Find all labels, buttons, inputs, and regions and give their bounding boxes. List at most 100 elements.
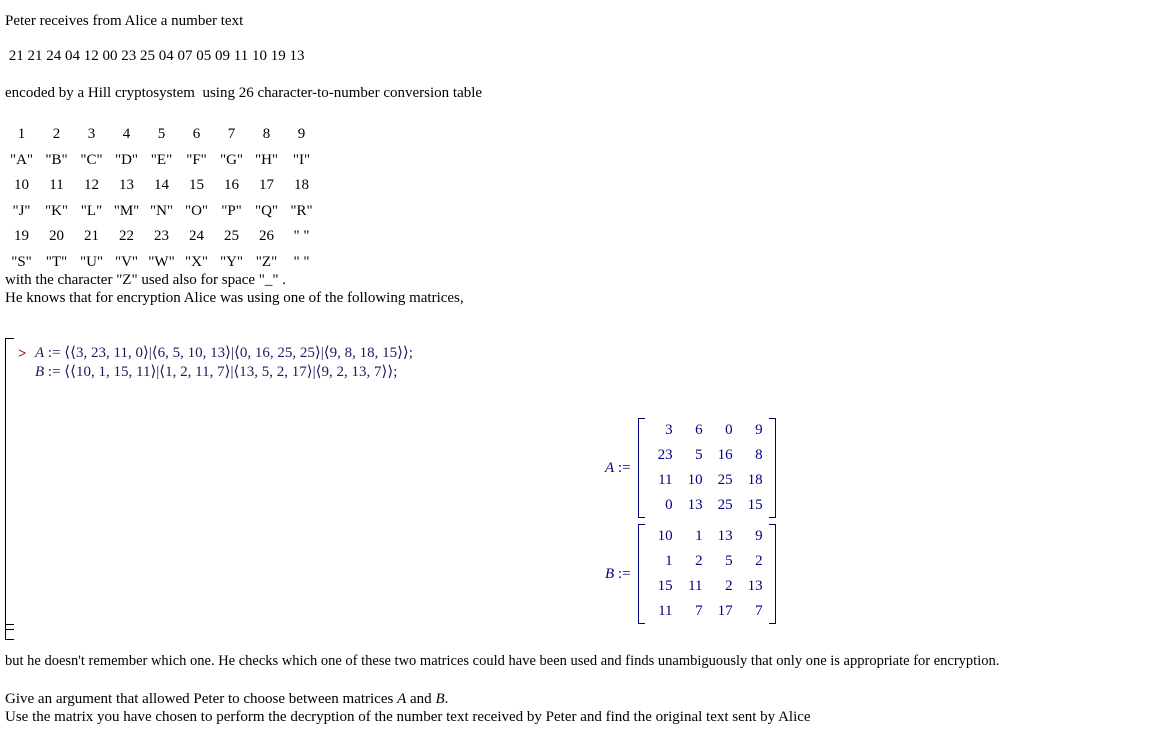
matrix-cell: 9 (755, 422, 763, 438)
table-cell: "Q" (254, 202, 279, 219)
matrix-cell: 1 (695, 528, 703, 544)
variable-a-label: A (35, 345, 45, 361)
closing-paragraph: but he doesn't remember which one. He ch… (5, 653, 1000, 669)
table-cell: 20 (49, 228, 64, 245)
matrix-row: 0 13 25 15 (647, 493, 767, 518)
table-cell: 5 (157, 126, 166, 143)
table-row: 19 20 21 22 23 24 25 26 " " (4, 224, 319, 250)
matrix-cell: 2 (725, 578, 733, 594)
maple-input-line-b[interactable]: B := ⟨⟨10, 1, 15, 11⟩|⟨1, 2, 11, 7⟩|⟨13,… (35, 363, 397, 382)
table-cell: 6 (192, 126, 201, 143)
task-1-matrix-b: B (435, 691, 445, 707)
table-cell: "N" (149, 202, 174, 219)
matrix-cell: 7 (755, 603, 763, 619)
matrix-cell: 15 (657, 578, 673, 594)
table-cell: "G" (219, 151, 244, 168)
table-cell: 7 (227, 126, 236, 143)
matrix-a-label: A := (605, 460, 631, 477)
matrix-cell: 25 (717, 472, 733, 488)
matrix-b-brackets: 10 1 13 9 1 2 5 2 15 11 2 13 11 7 17 7 (637, 524, 776, 624)
table-cell: 10 (14, 177, 29, 194)
table-cell: "E" (150, 151, 173, 168)
table-cell: 14 (154, 177, 169, 194)
task-1-matrix-a: A (397, 691, 407, 707)
matrix-cell: 17 (717, 603, 733, 619)
empty-execution-group-bracket[interactable] (5, 624, 14, 640)
matrix-cell: 18 (747, 472, 763, 488)
matrix-cell: 11 (688, 578, 703, 594)
matrix-cell: 13 (717, 528, 733, 544)
matrix-cell: 11 (658, 472, 673, 488)
matrix-b-label-assign: := (614, 565, 631, 582)
input-b-expression: := ⟨⟨10, 1, 15, 11⟩|⟨1, 2, 11, 7⟩|⟨13, 5… (44, 364, 398, 380)
table-cell: 9 (297, 126, 306, 143)
maple-prompt-icon: > (18, 346, 27, 362)
matrix-cell: 9 (755, 528, 763, 544)
matrix-cell: 10 (657, 528, 673, 544)
table-cell: 8 (262, 126, 271, 143)
matrix-cell: 2 (695, 553, 703, 569)
matrix-a-label-assign: := (614, 459, 631, 476)
matrix-cell: 1 (665, 553, 673, 569)
table-cell: "C" (80, 151, 103, 168)
matrix-b-grid: 10 1 13 9 1 2 5 2 15 11 2 13 11 7 17 7 (647, 524, 767, 624)
table-cell: 21 (84, 228, 99, 245)
variable-b-label: B (35, 364, 45, 380)
table-cell: 18 (294, 177, 309, 194)
matrix-b-label: B := (605, 566, 631, 583)
table-cell: " " (293, 253, 310, 270)
matrix-cell: 0 (725, 422, 733, 438)
matrix-cell: 5 (695, 447, 703, 463)
table-cell: 15 (189, 177, 204, 194)
matrix-cell: 13 (747, 578, 763, 594)
table-cell: "O" (184, 202, 209, 219)
table-row: 10 11 12 13 14 15 16 17 18 (4, 173, 319, 199)
table-cell: 2 (52, 126, 61, 143)
matrix-cell: 13 (687, 497, 703, 513)
matrix-row: 23 5 16 8 (647, 443, 767, 468)
maple-input-line-a[interactable]: A := ⟨⟨3, 23, 11, 0⟩|⟨6, 5, 10, 13⟩|⟨0, … (35, 344, 413, 363)
matrix-b-label-var: B (605, 565, 615, 582)
character-to-number-conversion-table: 1 2 3 4 5 6 7 8 9 "A" "B" "C" "D" "E" "F… (4, 122, 319, 275)
matrix-cell: 3 (665, 422, 673, 438)
table-cell: "H" (254, 151, 279, 168)
table-cell: "J" (12, 202, 31, 219)
matrix-output-b: B := 10 1 13 9 1 2 5 2 15 11 2 13 11 7 1… (605, 524, 776, 624)
table-cell: "P" (221, 202, 242, 219)
space-character-note: with the character "Z" used also for spa… (5, 272, 287, 288)
table-cell: 3 (87, 126, 96, 143)
table-cell: "B" (45, 151, 68, 168)
execution-group-bracket[interactable] (5, 338, 14, 630)
matrix-cell: 8 (755, 447, 763, 463)
task-line-2: Use the matrix you have chosen to perfor… (5, 709, 811, 725)
table-cell: 4 (122, 126, 131, 143)
table-cell: 12 (84, 177, 99, 194)
matrix-cell: 25 (717, 497, 733, 513)
table-row: "J" "K" "L" "M" "N" "O" "P" "Q" "R" (4, 199, 319, 225)
task-1-post: . (444, 691, 449, 707)
matrix-a-grid: 3 6 0 9 23 5 16 8 11 10 25 18 0 13 25 15 (647, 418, 767, 518)
table-cell: 25 (224, 228, 239, 245)
table-cell: 13 (119, 177, 134, 194)
matrix-row: 3 6 0 9 (647, 418, 767, 443)
matrix-cell: 7 (695, 603, 703, 619)
matrices-intro-note: He knows that for encryption Alice was u… (5, 290, 464, 306)
input-a-expression: := ⟨⟨3, 23, 11, 0⟩|⟨6, 5, 10, 13⟩|⟨0, 16… (44, 345, 413, 361)
table-cell: "A" (9, 151, 34, 168)
table-cell: 22 (119, 228, 134, 245)
matrix-output-a: A := 3 6 0 9 23 5 16 8 11 10 25 18 0 13 … (605, 418, 776, 518)
task-1-pre: Give an argument that allowed Peter to c… (5, 691, 398, 707)
maple-execution-group[interactable]: > A := ⟨⟨3, 23, 11, 0⟩|⟨6, 5, 10, 13⟩|⟨0… (5, 338, 1155, 630)
table-cell: "R" (290, 202, 313, 219)
task-1-mid: and (406, 691, 436, 707)
table-cell: "L" (80, 202, 103, 219)
matrix-row: 11 10 25 18 (647, 468, 767, 493)
table-cell: 23 (154, 228, 169, 245)
matrix-cell: 5 (725, 553, 733, 569)
table-cell: 17 (259, 177, 274, 194)
matrix-cell: 16 (717, 447, 733, 463)
number-text-line: 21 21 24 04 12 00 23 25 04 07 05 09 11 1… (5, 48, 305, 64)
matrix-cell: 10 (687, 472, 703, 488)
matrix-a-label-var: A (605, 459, 615, 476)
matrix-row: 11 7 17 7 (647, 599, 767, 624)
